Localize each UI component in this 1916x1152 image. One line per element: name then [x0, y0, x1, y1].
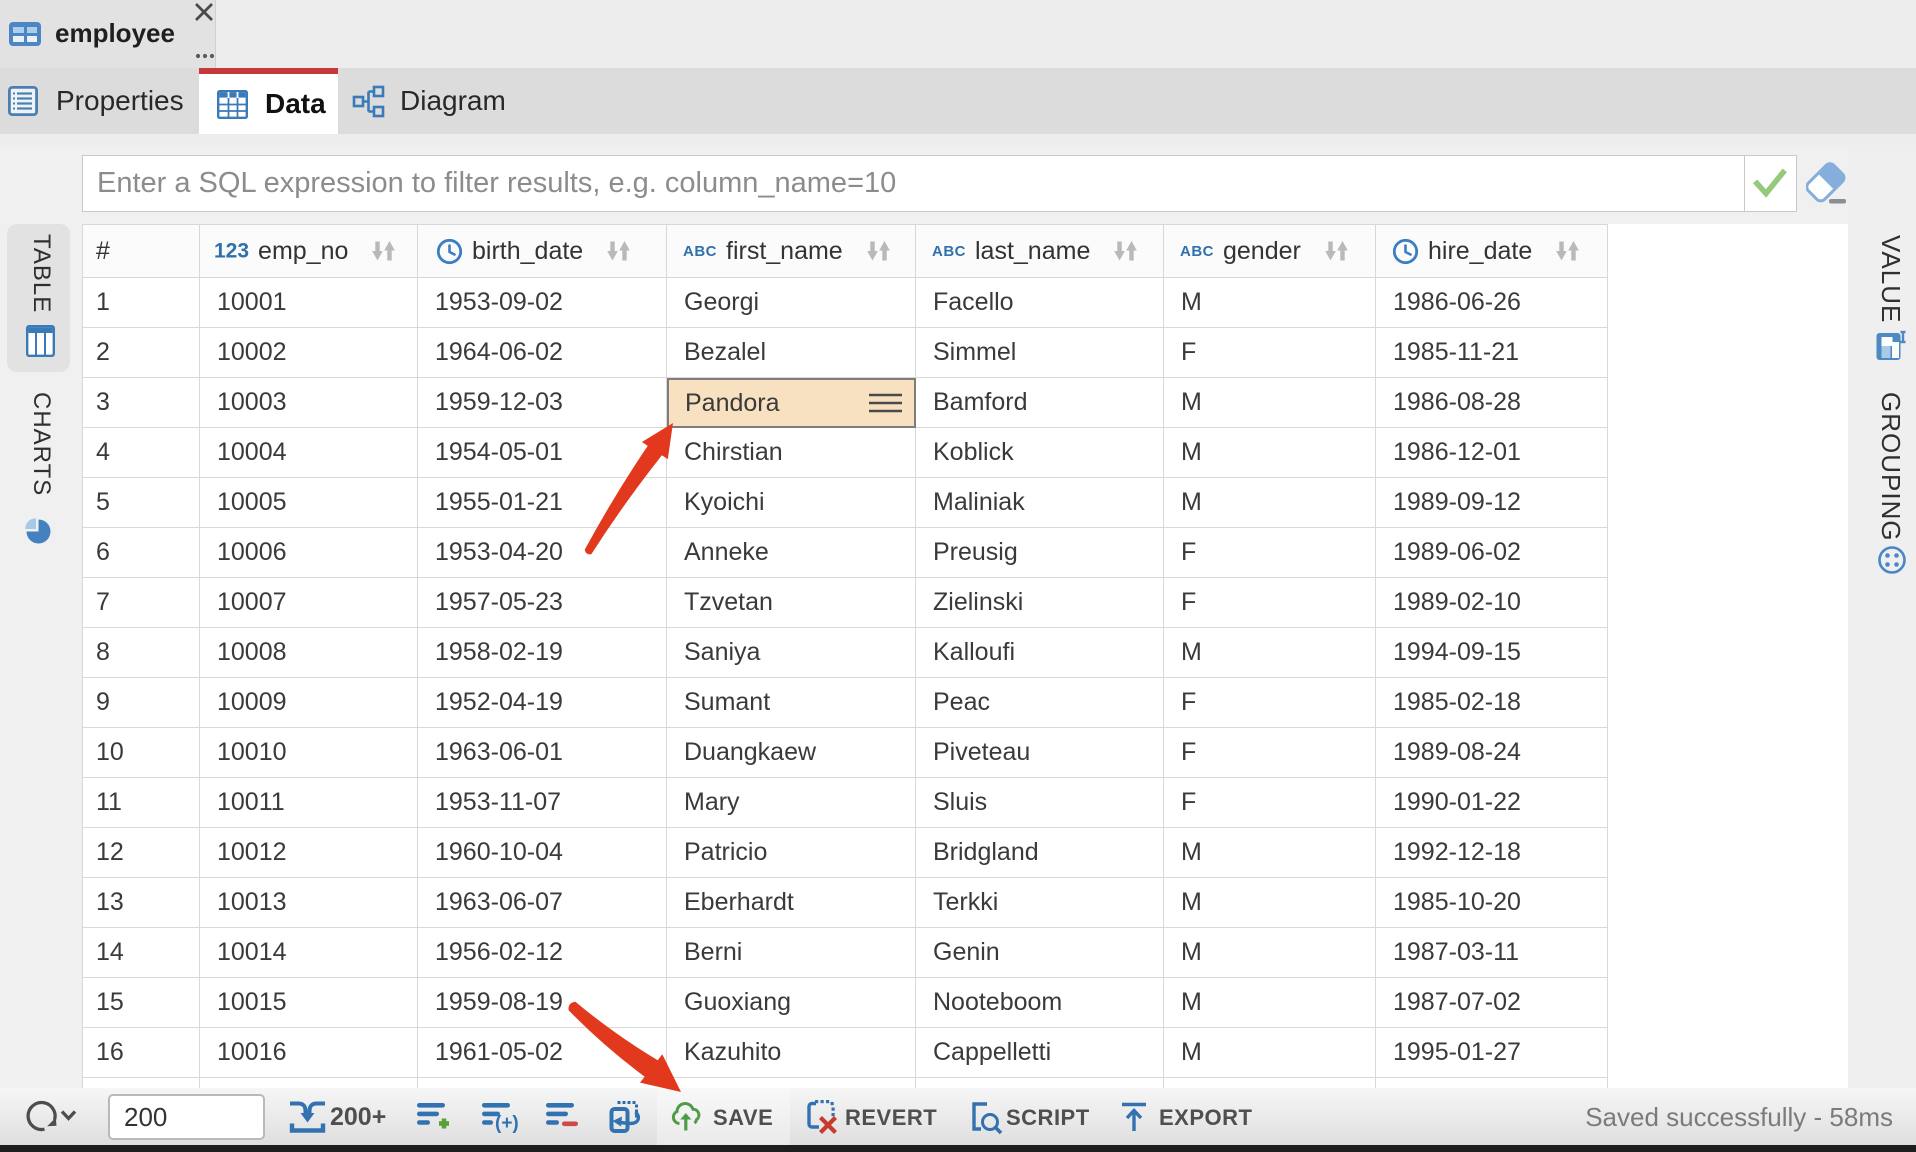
svg-text:(+): (+): [495, 1113, 518, 1133]
